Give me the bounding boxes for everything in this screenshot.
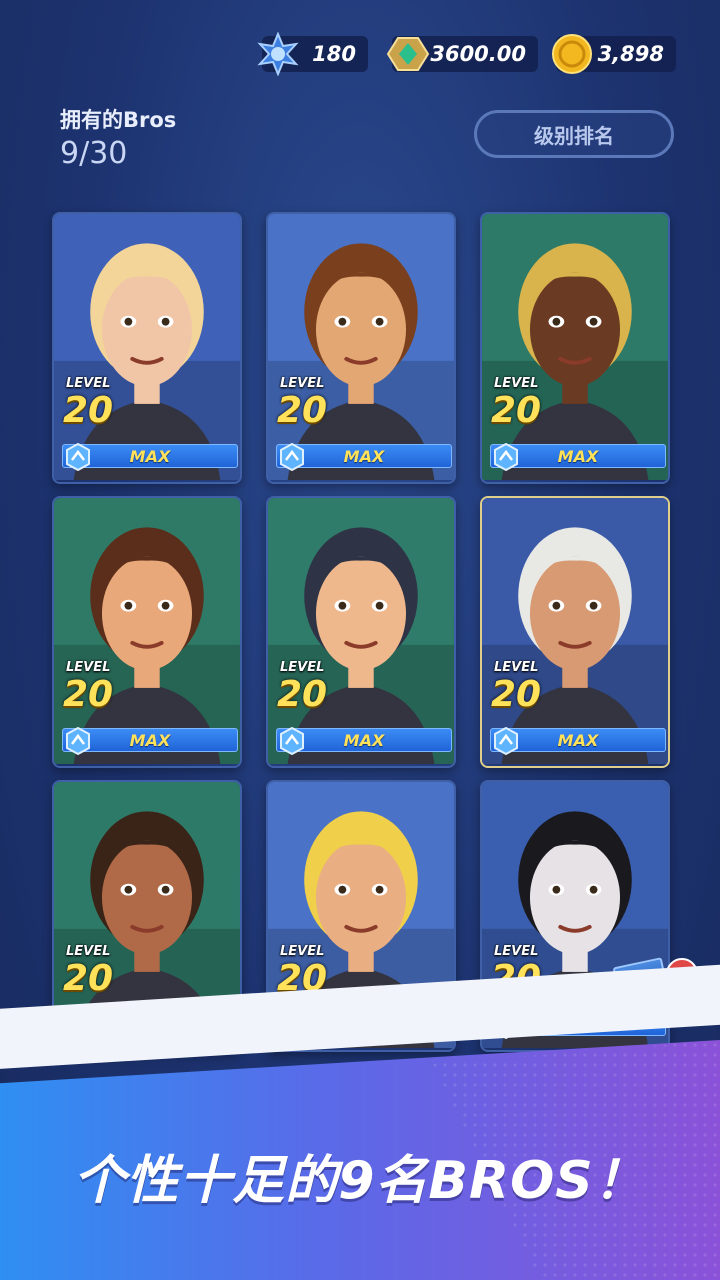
level-number: 20 [277, 390, 328, 431]
bro-card-white-beard-man[interactable]: LEVEL 20 MAX [480, 496, 670, 768]
green-gem-icon [386, 37, 430, 71]
bro-portrait [54, 214, 240, 481]
level-number: 20 [491, 390, 542, 431]
max-level-bar: MAX [62, 443, 238, 471]
level-label: LEVEL [494, 660, 539, 675]
level-number: 20 [491, 674, 542, 715]
level-number: 20 [63, 674, 114, 715]
level-label: LEVEL [280, 660, 325, 675]
gold-counter[interactable]: 3,898 [552, 34, 676, 74]
bro-card-mustache-man[interactable]: LEVEL 20 MAX [52, 496, 242, 768]
level-label: LEVEL [494, 944, 539, 959]
bro-card-blonde-pigtails[interactable]: LEVEL 20 MAX [52, 212, 242, 484]
level-number: 20 [63, 390, 114, 431]
promo-banner-text: 个性十足的9名BROS！ [73, 1151, 647, 1211]
owned-bros-count: 9/30 [60, 136, 128, 171]
gold-coin-icon [552, 34, 592, 74]
bro-portrait [482, 214, 668, 481]
gem-counter[interactable]: 3600.00 [386, 36, 538, 72]
bro-portrait [482, 498, 668, 765]
max-label: MAX [129, 447, 171, 466]
bro-portrait [268, 498, 454, 765]
bro-portrait [54, 498, 240, 765]
level-label: LEVEL [66, 376, 111, 391]
max-level-bar: MAX [490, 443, 666, 471]
max-label: MAX [557, 447, 599, 466]
max-label: MAX [343, 447, 385, 466]
level-label: LEVEL [66, 944, 111, 959]
max-label: MAX [343, 731, 385, 750]
sort-by-level-button[interactable]: 级别排名 [474, 110, 674, 158]
energy-counter[interactable]: 180 [257, 32, 368, 76]
bro-card-brown-hair-woman[interactable]: LEVEL 20 MAX [266, 212, 456, 484]
level-label: LEVEL [280, 376, 325, 391]
level-label: LEVEL [494, 376, 539, 391]
bro-portrait [268, 214, 454, 481]
level-number: 20 [277, 674, 328, 715]
energy-value: 180 [312, 42, 356, 66]
owned-bros-title: 拥有的Bros [60, 108, 177, 132]
max-level-bar: MAX [490, 727, 666, 755]
max-label: MAX [557, 731, 599, 750]
gold-value: 3,898 [597, 42, 664, 66]
gem-value: 3600.00 [430, 42, 526, 66]
bro-card-headphones-girl[interactable]: LEVEL 20 MAX [266, 496, 456, 768]
max-level-bar: MAX [276, 727, 452, 755]
level-label: LEVEL [280, 944, 325, 959]
level-number: 20 [63, 958, 114, 999]
max-label: MAX [129, 731, 171, 750]
level-label: LEVEL [66, 660, 111, 675]
blue-star-badge-icon [257, 32, 299, 76]
max-level-bar: MAX [276, 443, 452, 471]
max-level-bar: MAX [62, 727, 238, 755]
bro-card-football-player[interactable]: LEVEL 20 MAX [480, 212, 670, 484]
